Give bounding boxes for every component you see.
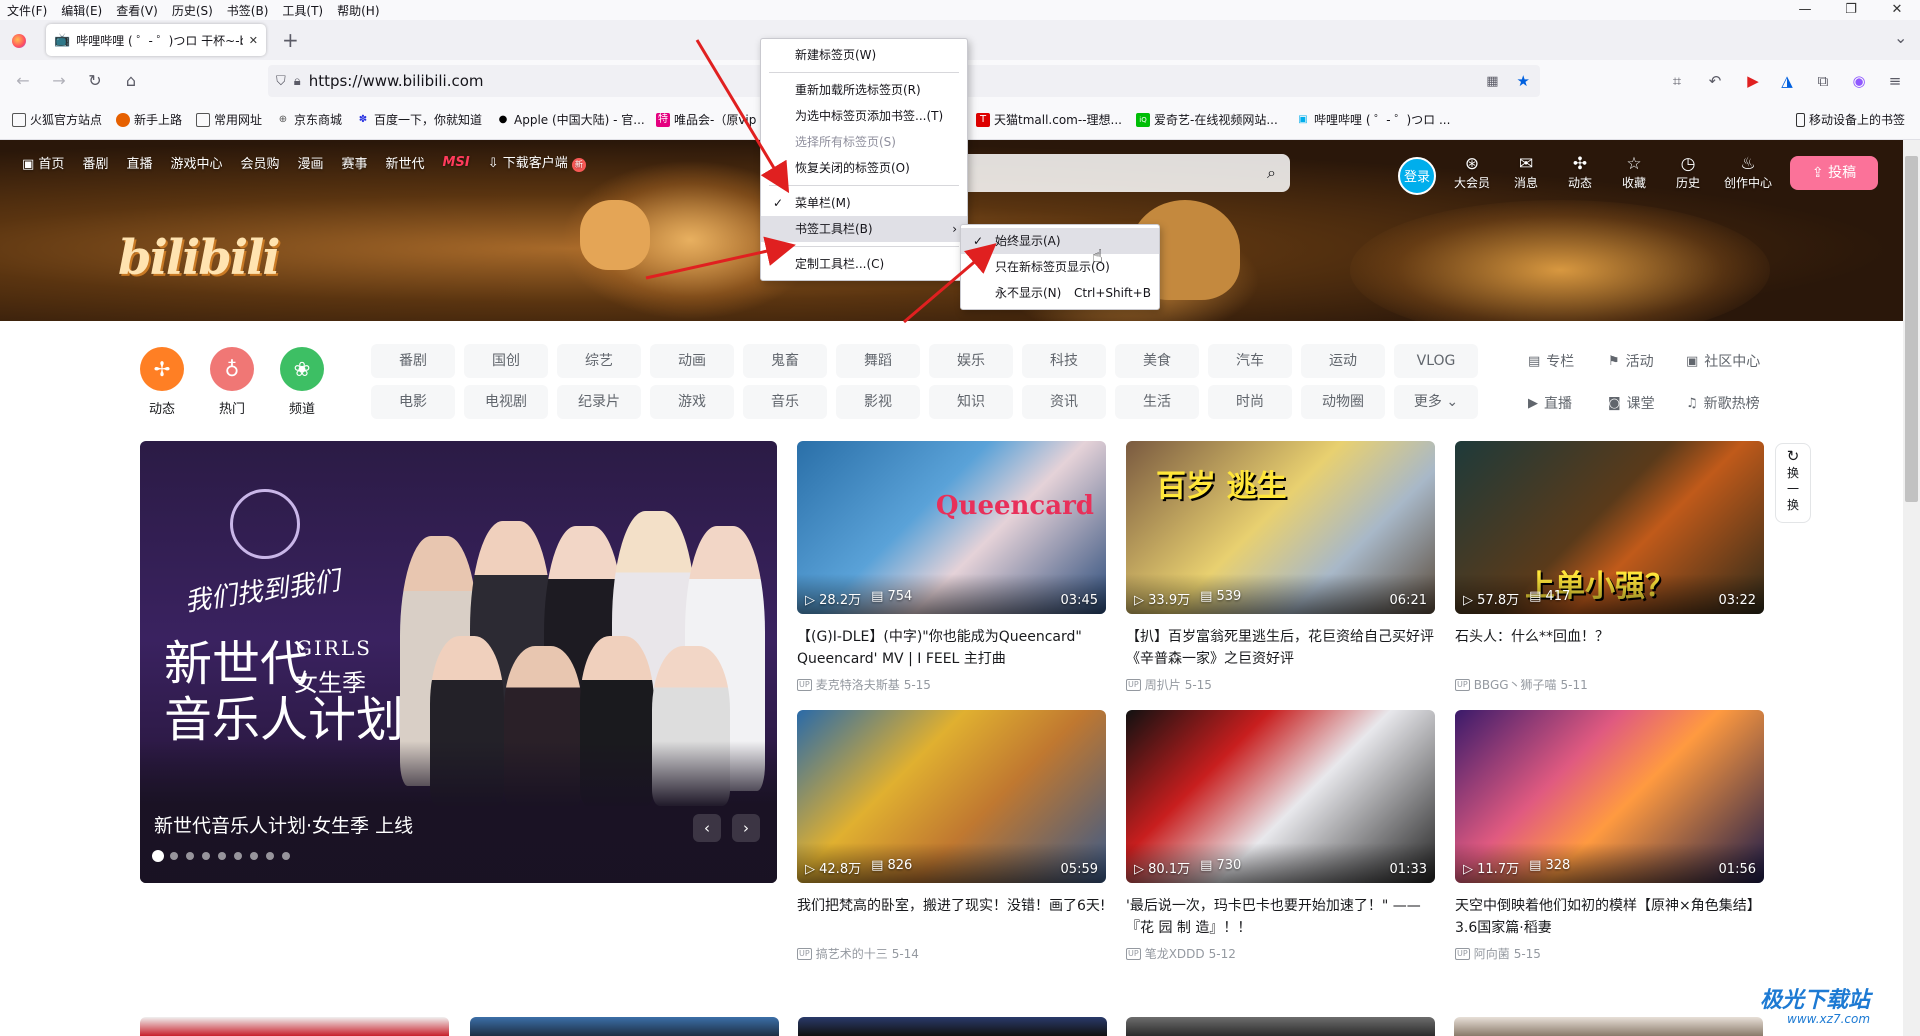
arrow-to-menubar — [695, 39, 790, 194]
arrow-to-always-show — [903, 243, 997, 324]
arrow-to-bookmarks-toolbar — [645, 236, 796, 280]
annotation-arrows — [645, 39, 997, 324]
mouse-cursor-icon: ☝ — [1092, 246, 1103, 267]
